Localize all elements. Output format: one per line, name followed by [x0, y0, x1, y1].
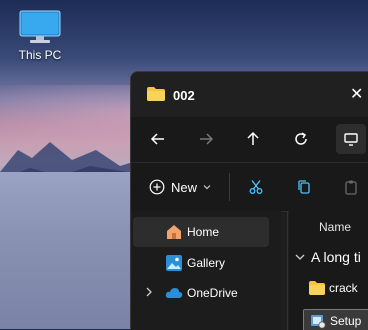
tab-title[interactable]: 002 [173, 88, 195, 103]
command-bar: New [131, 162, 368, 212]
arrow-up-icon [247, 131, 259, 145]
chevron-down-icon[interactable] [295, 252, 305, 264]
toolbar-divider [229, 173, 230, 201]
gallery-icon [165, 254, 183, 272]
sidebar-item-label: Gallery [187, 256, 226, 270]
refresh-icon [295, 132, 307, 145]
column-header-name[interactable]: Name [319, 220, 351, 234]
file-name: crack [329, 281, 358, 295]
view-button[interactable] [336, 124, 366, 154]
up-button[interactable] [238, 124, 268, 154]
copy-icon [298, 180, 310, 194]
sidebar-item-label: OneDrive [187, 286, 238, 300]
copy-button[interactable] [291, 174, 317, 200]
forward-button[interactable] [191, 124, 221, 154]
folder-icon [309, 281, 325, 295]
new-button-label: New [171, 179, 198, 195]
sidebar-item-home[interactable]: Home [133, 217, 269, 247]
cut-button[interactable] [243, 174, 269, 200]
refresh-button[interactable] [286, 124, 316, 154]
chevron-down-icon [203, 185, 211, 190]
setup-icon [310, 313, 326, 329]
group-header[interactable]: A long ti [311, 249, 361, 265]
desktop-icon-label: This PC [18, 48, 62, 62]
scissors-icon [249, 180, 263, 194]
file-name: Setup [330, 314, 362, 328]
list-item[interactable]: Setup [303, 309, 368, 330]
pane-splitter[interactable] [287, 211, 288, 330]
arrow-left-icon [150, 133, 164, 145]
home-icon [165, 223, 183, 241]
monitor-icon [344, 133, 358, 146]
paste-button[interactable] [338, 174, 364, 200]
list-item[interactable]: crack [303, 277, 368, 299]
sidebar-item-gallery[interactable]: Gallery [133, 248, 269, 278]
chevron-right-icon [145, 287, 153, 300]
new-button[interactable]: New [149, 177, 211, 197]
file-explorer-window: 002 ✕ New Home Gallery OneDrive Name A l… [130, 71, 368, 330]
folder-icon [147, 87, 165, 101]
sidebar-item-onedrive[interactable]: OneDrive [133, 278, 269, 308]
tab-close-button[interactable]: ✕ [350, 84, 363, 104]
back-button[interactable] [143, 124, 173, 154]
title-bar: 002 ✕ [131, 72, 368, 117]
sidebar-item-label: Home [187, 225, 220, 239]
cloud-icon [165, 286, 183, 304]
file-list: Name A long ti crack Setup [289, 211, 368, 330]
navigation-pane: Home Gallery OneDrive [131, 211, 281, 330]
clipboard-icon [345, 180, 357, 195]
plus-circle-icon [149, 179, 165, 195]
navigation-bar [131, 117, 368, 162]
monitor-icon [19, 10, 61, 44]
desktop-icon-this-pc[interactable]: This PC [10, 10, 70, 62]
wallpaper-sea [0, 172, 140, 329]
arrow-right-icon [200, 133, 214, 145]
